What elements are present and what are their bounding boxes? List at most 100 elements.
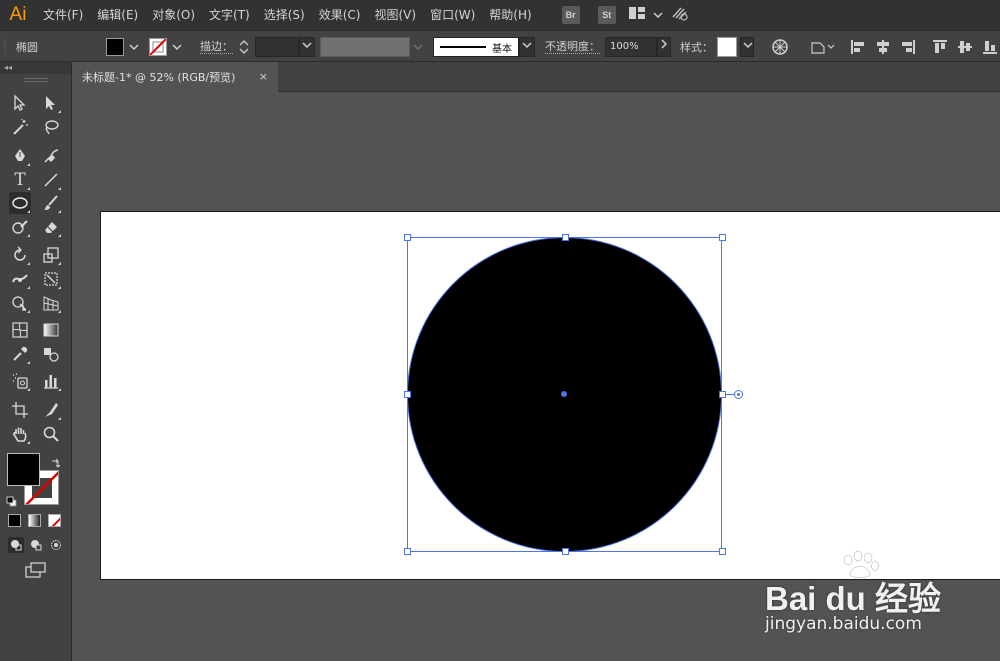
brush-label: 基本 <box>492 43 512 55</box>
resize-handle-bottom-left[interactable] <box>404 548 411 555</box>
app-logo: Ai <box>9 4 27 25</box>
resize-handle-top-left[interactable] <box>404 234 411 241</box>
swap-fill-stroke-icon[interactable] <box>50 454 61 473</box>
variable-width-dropdown-icon[interactable] <box>413 31 423 63</box>
hand-tool-icon[interactable] <box>9 423 31 445</box>
stroke-weight-stepper-icon[interactable] <box>239 31 249 63</box>
color-mode-button[interactable] <box>8 514 21 527</box>
panel-grip <box>4 31 8 63</box>
stroke-dropdown-icon[interactable] <box>172 31 182 63</box>
control-bar: 椭圆 描边： 基本 不透明度： 100% 样式： <box>0 30 1000 62</box>
variable-width-profile[interactable] <box>320 31 410 63</box>
align-top-icon[interactable] <box>932 31 948 63</box>
change-screen-mode-icon[interactable] <box>25 562 47 582</box>
perspective-grid-tool-icon[interactable] <box>40 292 62 314</box>
gpu-performance-icon[interactable] <box>671 5 689 25</box>
none-mode-button[interactable] <box>48 514 61 527</box>
resize-handle-bottom[interactable] <box>562 548 569 555</box>
brush-dropdown[interactable] <box>519 31 535 63</box>
center-point <box>561 391 567 397</box>
blend-tool-icon[interactable] <box>40 343 62 365</box>
brush-stroke-preview <box>440 46 486 48</box>
resize-handle-bottom-right[interactable] <box>719 548 726 555</box>
pen-tool-icon[interactable] <box>9 145 31 167</box>
graphic-style-swatch[interactable] <box>717 31 737 63</box>
stock-button[interactable]: St <box>597 6 616 24</box>
fill-dropdown-icon[interactable] <box>129 31 139 63</box>
draw-normal-icon[interactable] <box>8 537 24 553</box>
artboard-tool-icon[interactable] <box>9 399 31 421</box>
document-tab[interactable]: 未标题-1* @ 52% (RGB/预览) × <box>73 62 278 92</box>
close-icon[interactable]: × <box>259 70 268 83</box>
align-right-icon[interactable] <box>900 31 916 63</box>
default-fill-stroke-icon[interactable] <box>6 492 17 511</box>
align-center-icon[interactable] <box>875 31 891 63</box>
panel-grip <box>23 78 48 82</box>
bridge-button[interactable]: Br <box>561 6 580 24</box>
stroke-label[interactable]: 描边： <box>200 31 233 63</box>
menu-object[interactable]: 对象(O) <box>145 0 202 30</box>
brush-definition[interactable]: 基本 <box>433 31 519 63</box>
eraser-tool-icon[interactable] <box>40 216 62 238</box>
shape-builder-tool-icon[interactable] <box>9 292 31 314</box>
type-tool-icon[interactable]: T <box>9 169 31 191</box>
menu-window[interactable]: 窗口(W) <box>423 0 482 30</box>
mesh-tool-icon[interactable] <box>9 319 31 341</box>
menu-help[interactable]: 帮助(H) <box>482 0 538 30</box>
shaper-tool-icon[interactable] <box>9 216 31 238</box>
scale-tool-icon[interactable] <box>40 244 62 266</box>
eyedropper-tool-icon[interactable] <box>9 343 31 365</box>
direct-selection-tool-icon[interactable] <box>40 92 62 114</box>
symbol-sprayer-tool-icon[interactable] <box>9 370 31 392</box>
menu-effect[interactable]: 效果(C) <box>312 0 368 30</box>
opacity-input[interactable]: 100% <box>605 31 657 63</box>
gradient-mode-button[interactable] <box>28 514 41 527</box>
document-tab-strip: 未标题-1* @ 52% (RGB/预览) × <box>73 62 1000 92</box>
align-bottom-icon[interactable] <box>982 31 998 63</box>
stroke-weight-input[interactable] <box>255 31 299 63</box>
recolor-artwork-icon[interactable] <box>771 31 789 63</box>
resize-handle-top[interactable] <box>562 234 569 241</box>
draw-inside-icon[interactable] <box>48 537 64 553</box>
transform-icon[interactable] <box>810 31 836 63</box>
menu-select[interactable]: 选择(S) <box>257 0 312 30</box>
style-dropdown[interactable] <box>740 31 754 63</box>
menu-file[interactable]: 文件(F) <box>36 0 90 30</box>
watermark-url: jingyan.baidu.com <box>765 614 922 634</box>
pie-widget-handle[interactable] <box>734 390 743 399</box>
baidu-watermark: Bai du 经验 jingyan.baidu.com <box>765 550 965 650</box>
align-vertical-center-icon[interactable] <box>957 31 973 63</box>
menu-edit[interactable]: 编辑(E) <box>90 0 145 30</box>
resize-handle-top-right[interactable] <box>719 234 726 241</box>
stroke-swatch[interactable] <box>149 31 167 63</box>
column-graph-tool-icon[interactable] <box>40 370 62 392</box>
menu-type[interactable]: 文字(T) <box>202 0 257 30</box>
line-segment-tool-icon[interactable] <box>40 169 62 191</box>
curvature-tool-icon[interactable] <box>40 145 62 167</box>
gradient-tool-icon[interactable] <box>40 319 62 341</box>
zoom-tool-icon[interactable] <box>40 423 62 445</box>
object-type-label: 椭圆 <box>16 41 38 54</box>
draw-behind-icon[interactable] <box>28 537 44 553</box>
free-transform-tool-icon[interactable] <box>40 268 62 290</box>
magic-wand-tool-icon[interactable] <box>9 116 31 138</box>
opacity-expand-button[interactable] <box>657 31 671 63</box>
lasso-tool-icon[interactable] <box>40 116 62 138</box>
collapse-panel-button[interactable]: ◂◂ <box>0 62 71 74</box>
ellipse-tool-icon[interactable] <box>9 192 31 214</box>
stroke-weight-dropdown[interactable] <box>299 31 315 63</box>
opacity-label[interactable]: 不透明度： <box>545 31 600 63</box>
paintbrush-tool-icon[interactable] <box>40 192 62 214</box>
rotate-tool-icon[interactable] <box>9 244 31 266</box>
align-left-icon[interactable] <box>850 31 866 63</box>
fill-color-box[interactable] <box>7 453 40 486</box>
resize-handle-left[interactable] <box>404 391 411 398</box>
workspace-layout-icon[interactable] <box>628 7 645 23</box>
width-tool-icon[interactable] <box>9 268 31 290</box>
fill-swatch[interactable] <box>106 31 124 63</box>
menu-view[interactable]: 视图(V) <box>367 0 423 30</box>
slice-tool-icon[interactable] <box>40 399 62 421</box>
resize-handle-right[interactable] <box>719 391 726 398</box>
chevron-down-icon[interactable] <box>653 8 663 23</box>
selection-tool-icon[interactable] <box>9 92 31 114</box>
